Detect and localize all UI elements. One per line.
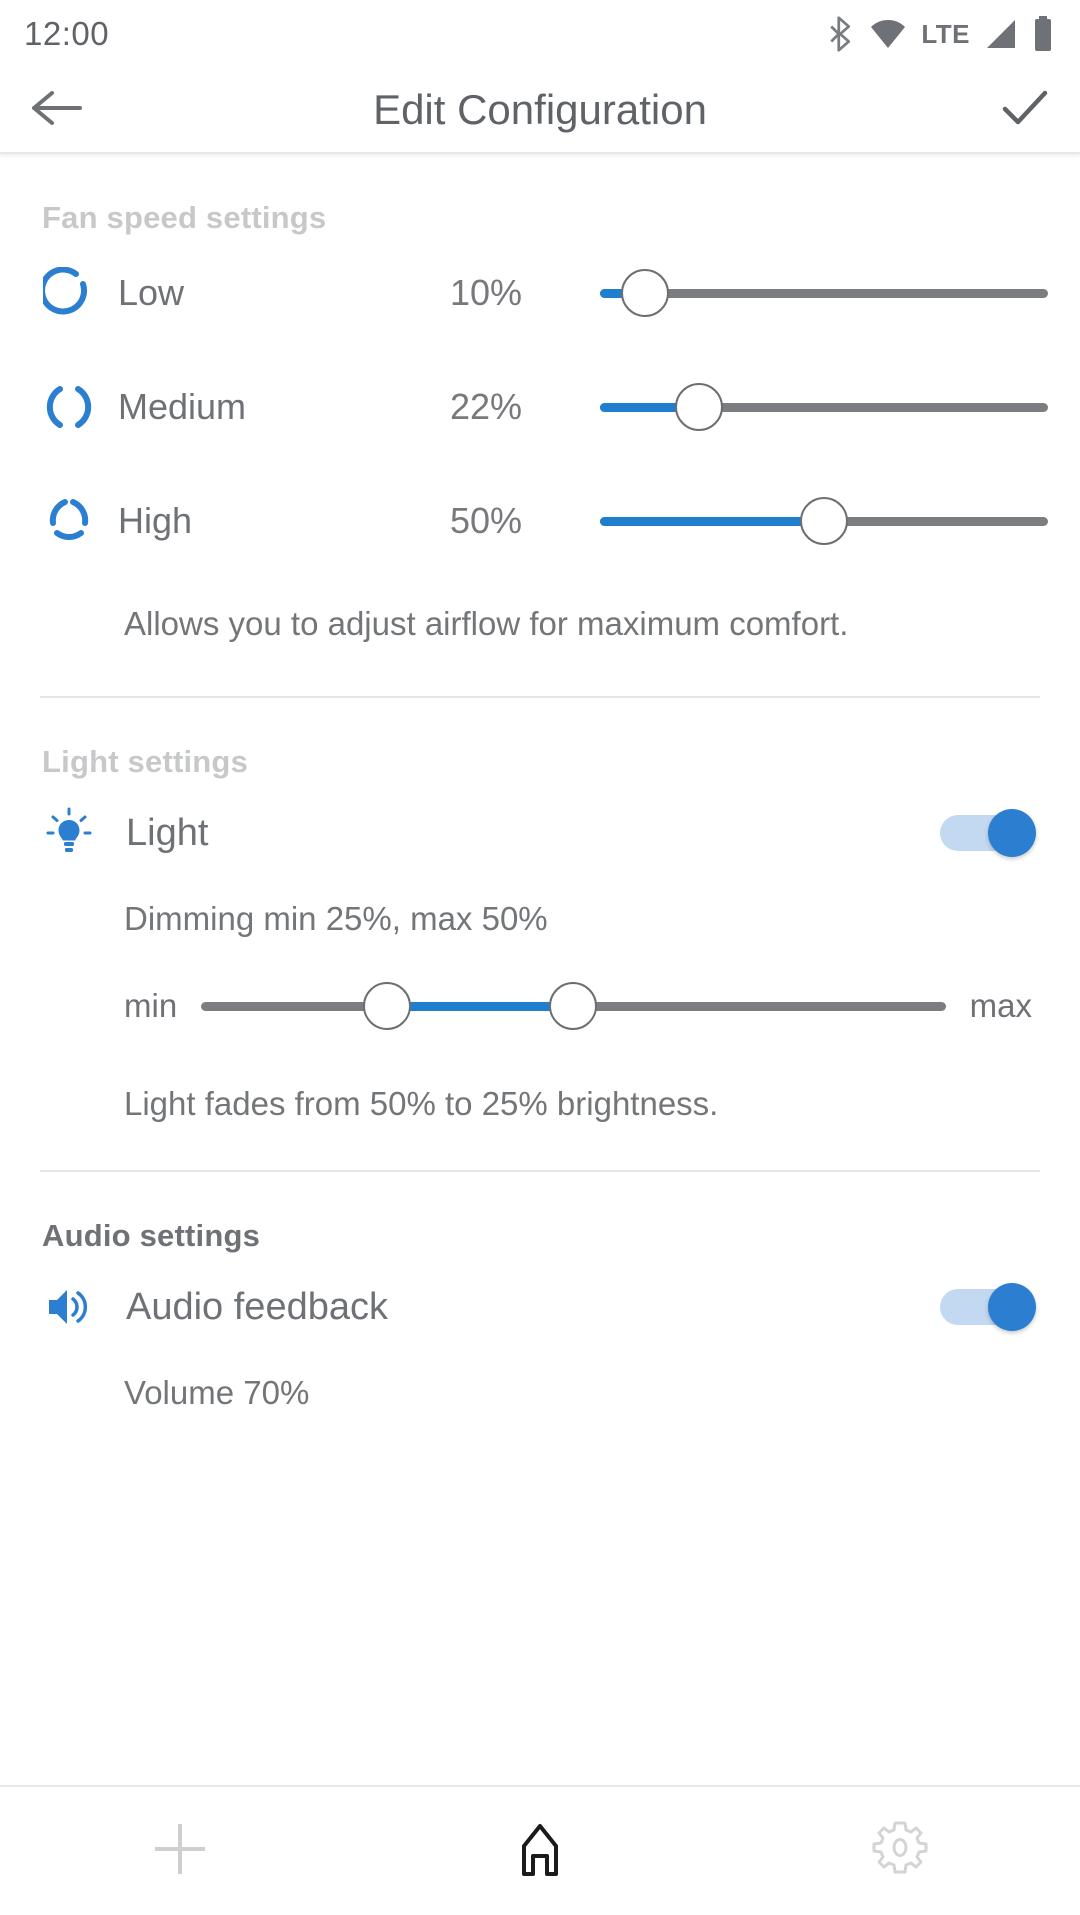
fan-medium-icon [38,381,100,433]
battery-icon [1032,16,1054,52]
status-bar: 12:00 LTE [0,0,1080,68]
dimming-range-slider[interactable] [201,978,946,1034]
nav-item-add[interactable] [0,1787,360,1915]
fan-low-value: 10% [450,272,523,313]
fan-low-label: Low [118,272,185,313]
wifi-icon [869,18,907,50]
cellular-signal-icon [984,18,1018,50]
fan-low-slider[interactable] [600,265,1048,321]
light-label: Light [126,811,209,854]
status-clock: 12:00 [24,15,110,52]
app-bar: Edit Configuration [0,68,1080,154]
fan-low-icon [38,267,100,319]
range-max-label: max [969,987,1032,1024]
section-header-fan: Fan speed settings [42,200,327,235]
home-icon [507,1816,573,1887]
status-icons: LTE [825,15,1054,53]
slider-thumb[interactable] [674,383,723,431]
speaker-volume-icon [38,1282,100,1332]
fan-medium-label: Medium [118,386,247,427]
switch-thumb [988,809,1036,857]
section-header-light: Light settings [42,744,249,779]
slider-fill [600,516,824,526]
fan-high-value: 50% [450,500,523,541]
fan-high-icon [38,495,100,547]
fan-row-low[interactable]: Low 10% [0,236,1080,350]
slider-thumb[interactable] [800,497,848,545]
nav-item-settings[interactable] [720,1787,1080,1915]
fan-hint-text: Allows you to adjust airflow for maximum… [124,605,849,642]
audio-feedback-label: Audio feedback [126,1285,388,1328]
settings-content: Fan speed settings Low 10% Medium 22% Hi… [0,154,1080,1783]
range-fill [387,1001,574,1011]
fan-high-slider[interactable] [600,493,1048,549]
light-toggle-switch[interactable] [940,809,1036,857]
lte-label: LTE [921,18,970,49]
nav-item-home[interactable] [360,1787,720,1915]
fan-medium-value: 22% [450,386,523,427]
gear-icon [868,1817,932,1886]
fan-high-label: High [118,500,193,541]
dimming-range-row: min max [0,938,1080,1034]
bottom-navigation-bar [0,1785,1080,1915]
audio-feedback-row[interactable]: Audio feedback [0,1254,1080,1360]
fan-row-high[interactable]: High 50% [0,464,1080,578]
plus-icon [147,1816,213,1887]
range-thumb-min[interactable] [363,982,412,1030]
page-title: Edit Configuration [373,86,707,133]
range-min-label: min [124,987,178,1024]
range-thumb-max[interactable] [549,982,598,1030]
light-hint-text: Light fades from 50% to 25% brightness. [124,1085,719,1122]
audio-feedback-toggle-switch[interactable] [940,1283,1036,1331]
dimming-range-text: Dimming min 25%, max 50% [124,900,548,937]
fan-medium-slider[interactable] [600,379,1048,435]
back-arrow-icon [30,85,84,136]
back-button[interactable] [30,85,88,136]
bluetooth-icon [825,15,855,53]
slider-thumb[interactable] [620,269,669,317]
checkmark-icon [1000,86,1050,135]
lightbulb-icon [38,807,100,859]
volume-text: Volume 70% [124,1374,310,1411]
switch-thumb [988,1283,1036,1331]
light-row[interactable]: Light [0,780,1080,886]
section-header-audio: Audio settings [42,1218,261,1253]
confirm-button[interactable] [992,86,1050,135]
fan-row-medium[interactable]: Medium 22% [0,350,1080,464]
